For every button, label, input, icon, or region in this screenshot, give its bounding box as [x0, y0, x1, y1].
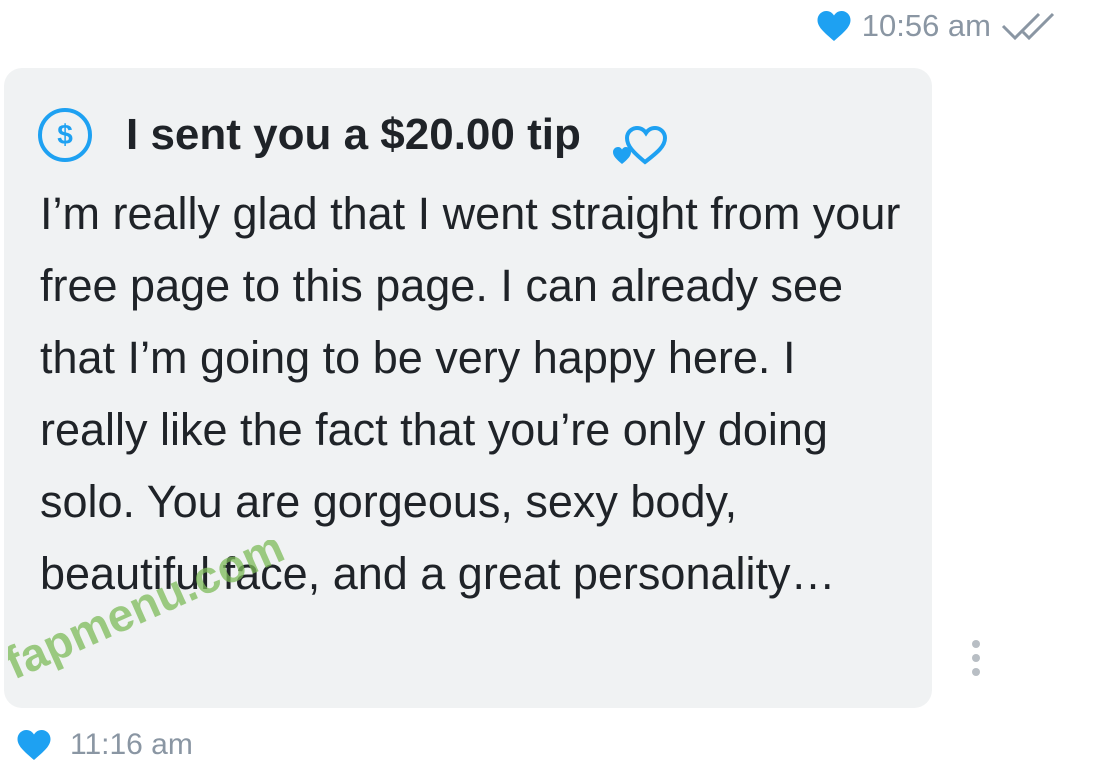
tip-title: I sent you a $20.00 tip	[126, 110, 581, 159]
more-vertical-icon[interactable]	[970, 640, 982, 676]
hearts-icon	[611, 118, 673, 170]
chat-screen: 10:56 am $ I sent you a $20.00 tip I’m r…	[0, 0, 1113, 782]
tip-header: $ I sent you a $20.00 tip	[38, 100, 673, 170]
message-body: I’m really glad that I went straight fro…	[40, 188, 901, 599]
double-check-icon	[1001, 10, 1057, 42]
dollar-circle-icon: $	[38, 108, 92, 162]
message-meta-bottom: 11:16 am	[16, 728, 193, 762]
heart-icon[interactable]	[816, 9, 852, 43]
message-meta-top: 10:56 am	[816, 8, 1057, 44]
message-time-bottom: 11:16 am	[70, 728, 193, 761]
message-bubble[interactable]: $ I sent you a $20.00 tip I’m really gla…	[4, 68, 932, 708]
message-time-top: 10:56 am	[861, 8, 991, 43]
heart-icon[interactable]	[16, 728, 52, 762]
